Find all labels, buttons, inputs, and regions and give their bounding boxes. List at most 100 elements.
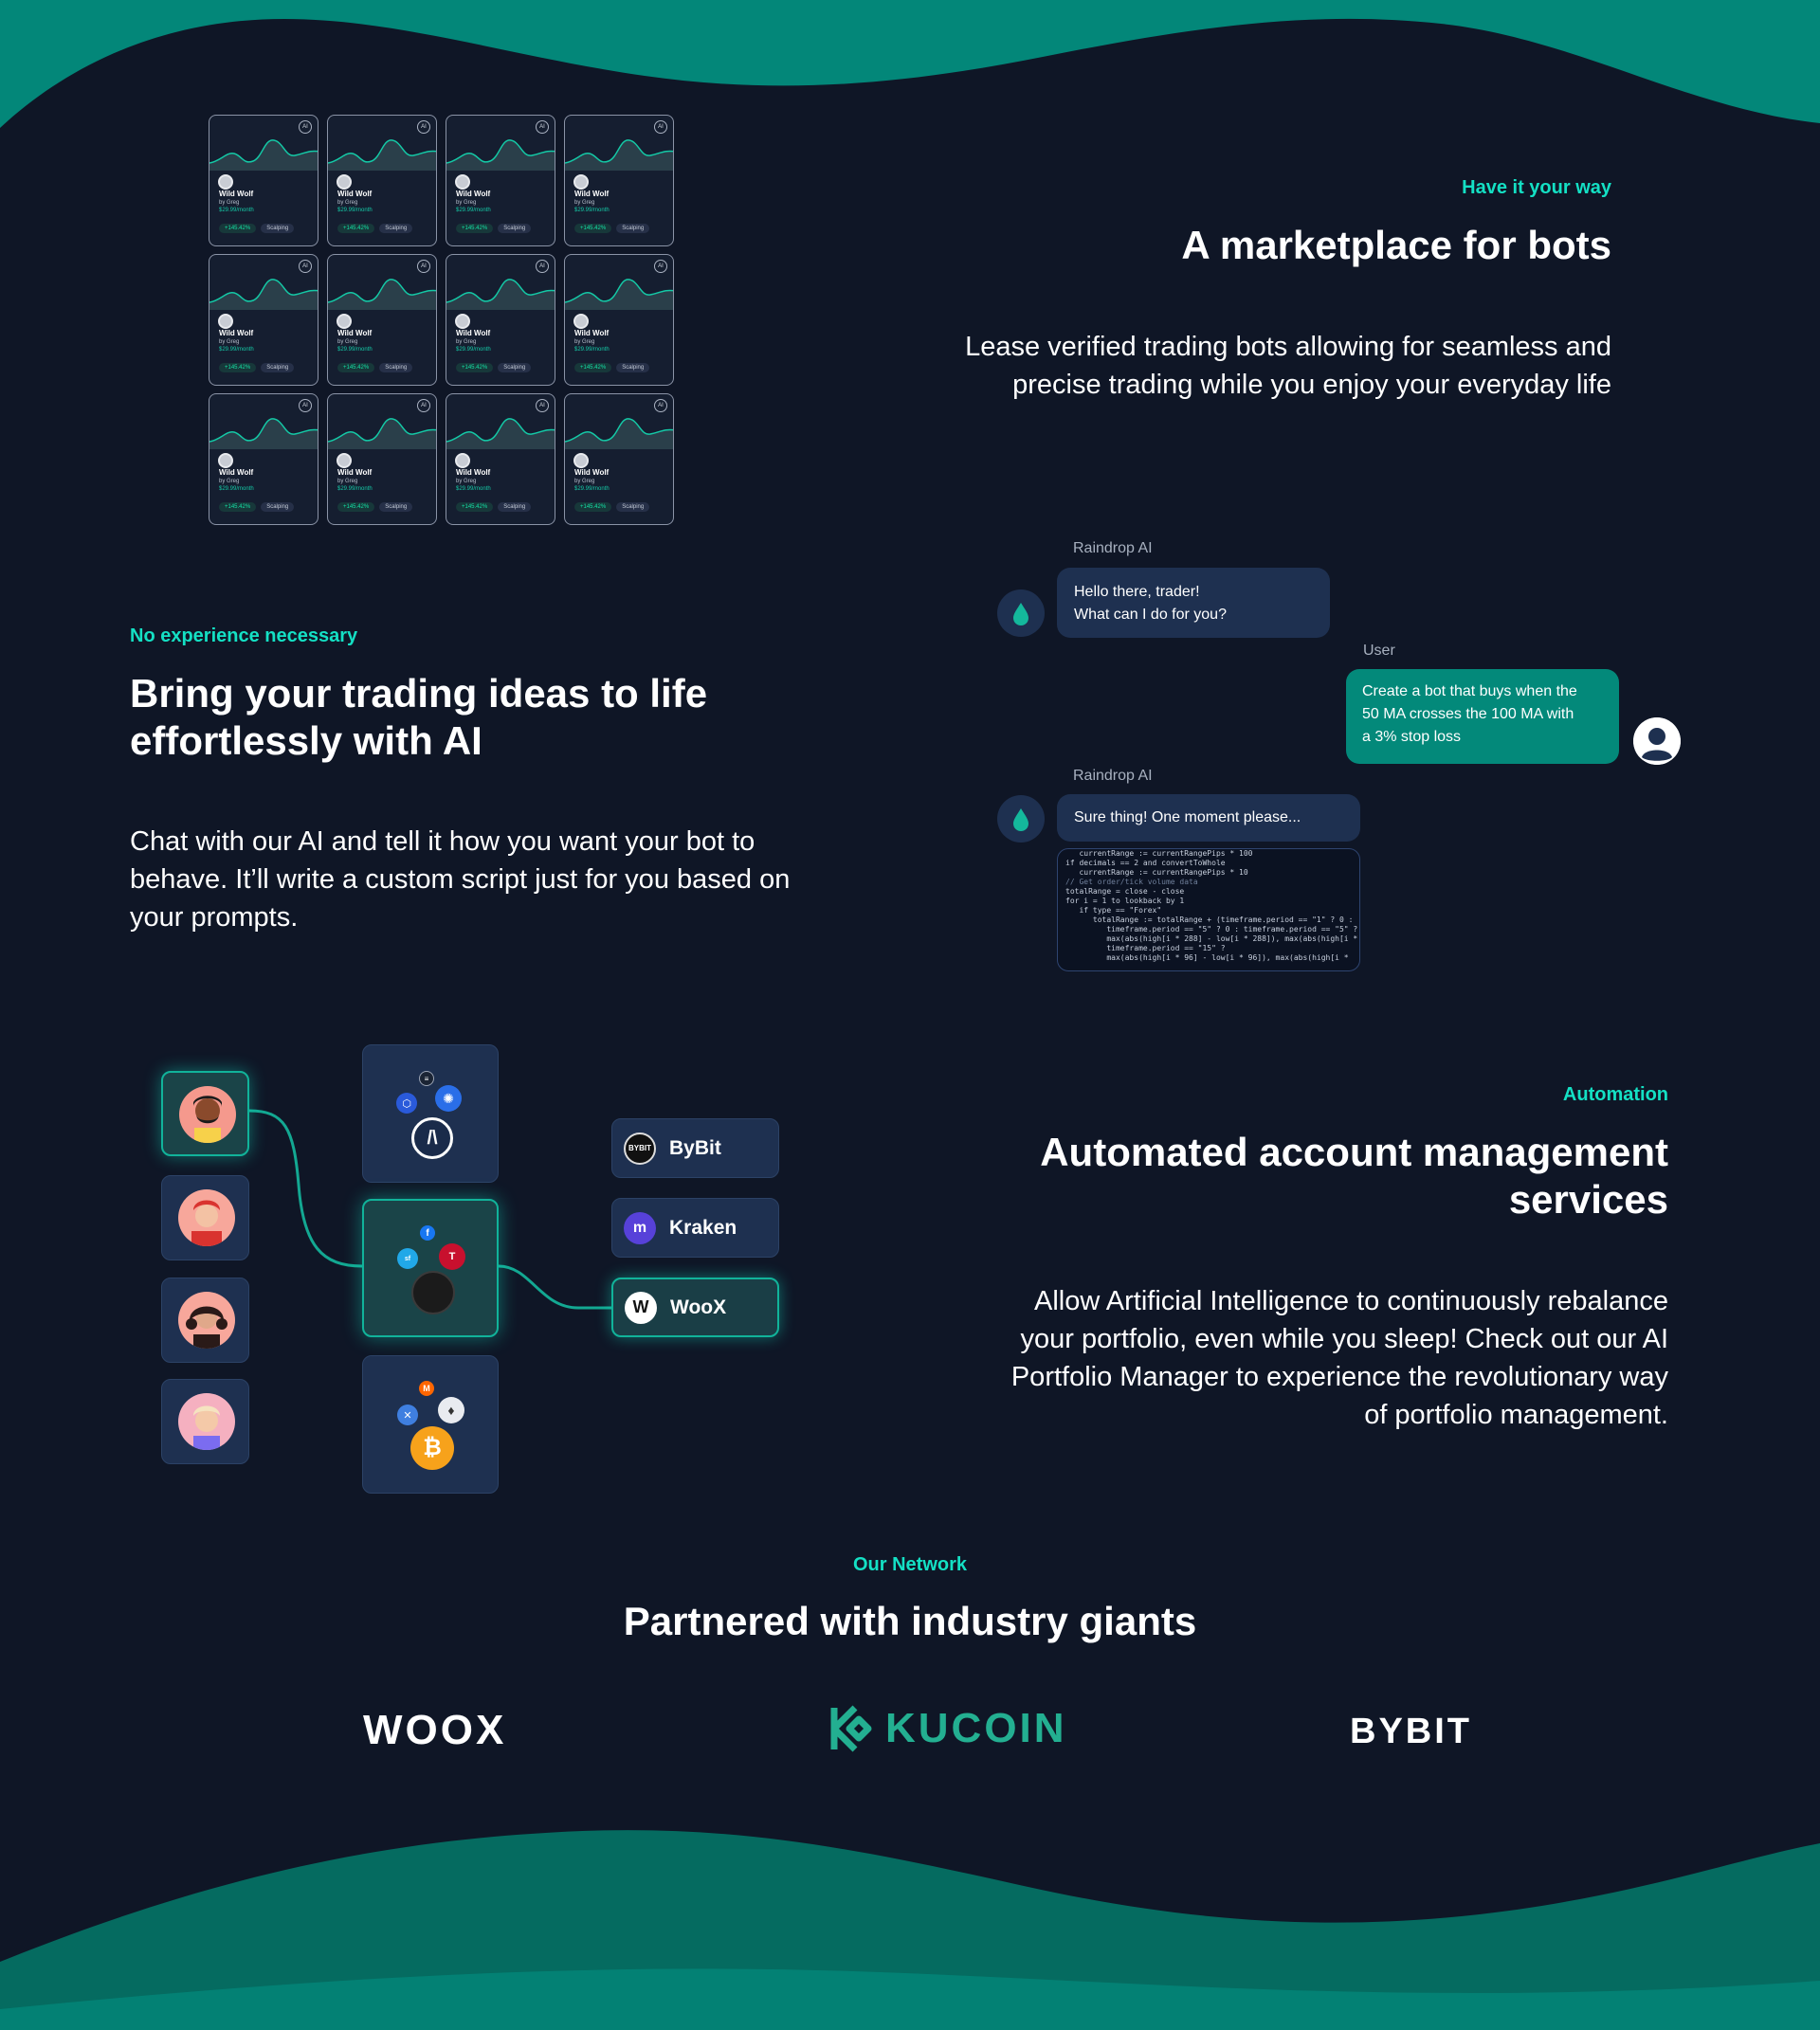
asset-group-stocks[interactable]: f sf T — [362, 1199, 499, 1337]
bot-author-avatar — [455, 314, 470, 329]
bot-card[interactable]: AI Wild Wolf by Greg $29.99/month +145.42% Sc… — [327, 115, 437, 246]
bot-card[interactable]: AI Wild Wolf by Greg $29.99/month +145.42% Sc… — [327, 393, 437, 525]
bot-style-tag: Scalping — [498, 363, 532, 372]
bot-author: by Greg — [337, 339, 358, 345]
ai-title-line: Bring your trading ideas to life — [130, 671, 708, 716]
bot-performance-sparkline — [328, 139, 436, 171]
ai-description-line: Chat with our AI and tell it how you wan… — [130, 826, 755, 857]
asset-group-crypto-majors[interactable]: M ✕ ♦ ₿ — [362, 1355, 499, 1494]
bot-style-tag: Scalping — [498, 224, 532, 233]
bot-marketplace-grid: AI Wild Wolf by Greg $29.99/month +145.42% Sc… — [209, 115, 675, 525]
bot-price: $29.99/month — [219, 347, 254, 353]
trader-avatar — [178, 1189, 235, 1246]
trader-avatar — [179, 1086, 236, 1143]
bot-performance-sparkline — [446, 139, 555, 171]
tesla-icon: T — [439, 1243, 465, 1270]
bot-name: Wild Wolf — [574, 468, 610, 477]
bot-author: by Greg — [574, 200, 595, 206]
bot-badge: AI — [654, 399, 667, 412]
bot-name: Wild Wolf — [456, 329, 491, 337]
partner-logo-woox[interactable]: WOOX — [363, 1707, 506, 1754]
bot-author-avatar — [573, 453, 589, 468]
exchange-bybit[interactable]: BYBIT ByBit — [611, 1118, 779, 1178]
chat-message-line: 50 MA crosses the 100 MA with — [1362, 706, 1574, 722]
code-line: max(abs(high[i * 288] - low[i * 288]), m… — [1065, 934, 1358, 943]
asset-group-crypto-defi[interactable]: ≡ ⬡ ✺ /\ — [362, 1044, 499, 1183]
cosmos-icon: ✺ — [435, 1085, 462, 1112]
chat-message-line: a 3% stop loss — [1362, 729, 1462, 745]
partner-name: WOOX — [363, 1707, 507, 1753]
ai-eyebrow: No experience necessary — [130, 625, 358, 646]
partner-logo-kucoin[interactable]: KUCOIN — [827, 1704, 1067, 1753]
bot-gain-tag: +145.42% — [456, 224, 494, 233]
exchange-label: ByBit — [669, 1136, 721, 1159]
user-avatar — [1633, 717, 1681, 765]
bybit-icon: BYBIT — [624, 1132, 656, 1165]
bitcoin-icon: ₿ — [410, 1426, 454, 1470]
bot-card[interactable]: AI Wild Wolf by Greg $29.99/month +145.42% Sc… — [446, 393, 555, 525]
bot-author: by Greg — [574, 339, 595, 345]
apple-icon — [411, 1271, 455, 1314]
raindrop-icon — [1013, 603, 1028, 625]
bot-author-avatar — [218, 453, 233, 468]
facebook-icon: f — [420, 1225, 435, 1241]
code-line: currentRange := currentRangePips * 10 — [1065, 868, 1248, 877]
bot-card[interactable]: AI Wild Wolf by Greg $29.99/month +145.42% Sc… — [564, 115, 674, 246]
bot-card[interactable]: AI Wild Wolf by Greg $29.99/month +145.42% Sc… — [209, 393, 318, 525]
bot-author: by Greg — [337, 200, 358, 206]
bot-name: Wild Wolf — [337, 329, 373, 337]
bot-name: Wild Wolf — [456, 190, 491, 198]
woox-icon: W — [625, 1291, 657, 1324]
token-icon: ≡ — [419, 1071, 434, 1086]
code-line: timeframe.period == "5" ? 0 : timeframe.… — [1065, 925, 1358, 933]
kraken-icon: m — [624, 1211, 656, 1244]
bot-gain-tag: +145.42% — [219, 502, 257, 512]
network-title: Partnered with industry giants — [623, 1599, 1197, 1643]
bot-style-tag: Scalping — [379, 502, 413, 512]
bot-card[interactable]: AI Wild Wolf by Greg $29.99/month +145.42% Sc… — [446, 115, 555, 246]
partner-logo-bybit[interactable]: BYBIT — [1350, 1712, 1472, 1752]
trader-profile-tile-2[interactable] — [161, 1175, 249, 1260]
bot-style-tag: Scalping — [261, 502, 295, 512]
bot-performance-sparkline — [328, 279, 436, 310]
bot-card[interactable]: AI Wild Wolf by Greg $29.99/month +145.42% Sc… — [446, 254, 555, 386]
bot-author-avatar — [455, 453, 470, 468]
bot-card[interactable]: AI Wild Wolf by Greg $29.99/month +145.42% Sc… — [327, 254, 437, 386]
bot-card[interactable]: AI Wild Wolf by Greg $29.99/month +145.42% Sc… — [209, 254, 318, 386]
marketplace-description-line: Lease verified trading bots allowing for… — [965, 332, 1611, 362]
bot-name: Wild Wolf — [219, 329, 254, 337]
bot-badge: AI — [536, 120, 549, 134]
bot-author-avatar — [218, 314, 233, 329]
bot-name: Wild Wolf — [219, 468, 254, 477]
bot-author: by Greg — [574, 479, 595, 484]
automation-eyebrow: Automation — [1562, 1084, 1668, 1105]
bot-gain-tag: +145.42% — [574, 502, 612, 512]
trader-avatar — [178, 1292, 235, 1349]
bot-name: Wild Wolf — [337, 190, 373, 198]
bot-style-tag: Scalping — [379, 224, 413, 233]
exchange-kraken[interactable]: m Kraken — [611, 1198, 779, 1258]
bottom-wave-decoration — [0, 1830, 1820, 2030]
bot-card[interactable]: AI Wild Wolf by Greg $29.99/month +145.42% Sc… — [209, 115, 318, 246]
chat-sender-ai: Raindrop AI — [1073, 768, 1153, 784]
bot-author: by Greg — [456, 200, 477, 206]
trader-profile-tile-4[interactable] — [161, 1379, 249, 1464]
bot-style-tag: Scalping — [616, 224, 650, 233]
bot-gain-tag: +145.42% — [219, 224, 257, 233]
chat-sender-ai: Raindrop AI — [1073, 540, 1153, 556]
bot-card[interactable]: AI Wild Wolf by Greg $29.99/month +145.42% Sc… — [564, 393, 674, 525]
code-line: currentRange := currentRangePips * 100 — [1065, 849, 1253, 858]
trader-profile-tile-1[interactable] — [161, 1071, 249, 1156]
code-line: if type == "Forex" — [1065, 906, 1162, 915]
bot-author-avatar — [455, 174, 470, 190]
exchange-woox[interactable]: W WooX — [611, 1278, 779, 1337]
trader-profile-tile-3[interactable] — [161, 1278, 249, 1363]
automation-title-line: Automated account management — [1040, 1130, 1668, 1174]
ai-title: Bring your trading ideas to life effortl… — [130, 670, 888, 765]
bot-gain-tag: +145.42% — [337, 363, 375, 372]
raindrop-ai-avatar — [997, 589, 1045, 637]
bot-gain-tag: +145.42% — [574, 224, 612, 233]
bot-style-tag: Scalping — [261, 363, 295, 372]
bot-style-tag: Scalping — [616, 502, 650, 512]
bot-card[interactable]: AI Wild Wolf by Greg $29.99/month +145.42% Sc… — [564, 254, 674, 386]
